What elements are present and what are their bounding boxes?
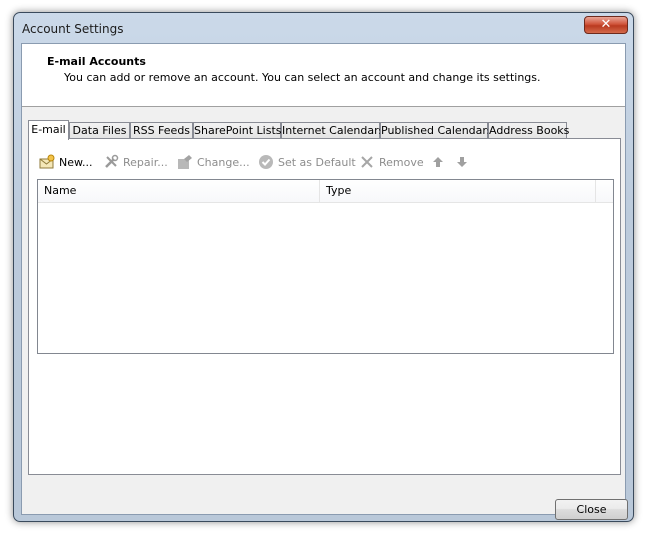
list-header: Name Type (38, 180, 613, 203)
tab-internet-calendars[interactable]: Internet Calendars (281, 122, 384, 139)
window-close-icon[interactable]: ✕ (584, 16, 628, 34)
window-title: Account Settings (22, 22, 124, 36)
section-title: E-mail Accounts (47, 55, 146, 68)
set-as-default-label: Set as Default (278, 155, 356, 169)
account-settings-window: Account Settings ✕ E-mail Accounts You c… (13, 12, 634, 522)
close-button[interactable]: Close (555, 499, 628, 520)
repair-icon (103, 154, 119, 170)
tab-published-calendars[interactable]: Published Calendars (380, 122, 493, 139)
accounts-list[interactable]: Name Type (37, 179, 614, 354)
remove-x-icon (359, 154, 375, 170)
new-button-label: New... (59, 155, 93, 169)
remove-button-label: Remove (379, 155, 424, 169)
move-down-button[interactable] (454, 152, 474, 172)
change-icon (177, 154, 193, 170)
repair-button-label: Repair... (123, 155, 168, 169)
move-up-button[interactable] (430, 152, 450, 172)
column-header-name[interactable]: Name (38, 180, 320, 202)
new-button[interactable]: New... (39, 152, 92, 172)
tab-rss-feeds[interactable]: RSS Feeds (130, 122, 193, 139)
remove-button[interactable]: Remove (359, 152, 424, 172)
email-tab-panel: New... Repair... Change... Set as Defaul… (28, 138, 621, 475)
column-header-type[interactable]: Type (320, 180, 596, 202)
tab-data-files[interactable]: Data Files (69, 122, 130, 139)
header-band: E-mail Accounts You can add or remove an… (22, 44, 625, 107)
change-button-label: Change... (197, 155, 250, 169)
new-account-icon (39, 154, 55, 170)
tab-address-books[interactable]: Address Books (488, 122, 569, 139)
arrow-down-icon (454, 154, 470, 170)
arrow-up-icon (430, 154, 446, 170)
tab-email[interactable]: E-mail (28, 120, 69, 140)
change-button[interactable]: Change... (177, 152, 250, 172)
set-as-default-button[interactable]: Set as Default (258, 152, 356, 172)
section-description: You can add or remove an account. You ca… (64, 71, 541, 84)
tab-sharepoint-lists[interactable]: SharePoint Lists (193, 122, 282, 139)
repair-button[interactable]: Repair... (103, 152, 168, 172)
checkmark-icon (258, 154, 274, 170)
dialog-client-area: E-mail Accounts You can add or remove an… (21, 43, 628, 520)
